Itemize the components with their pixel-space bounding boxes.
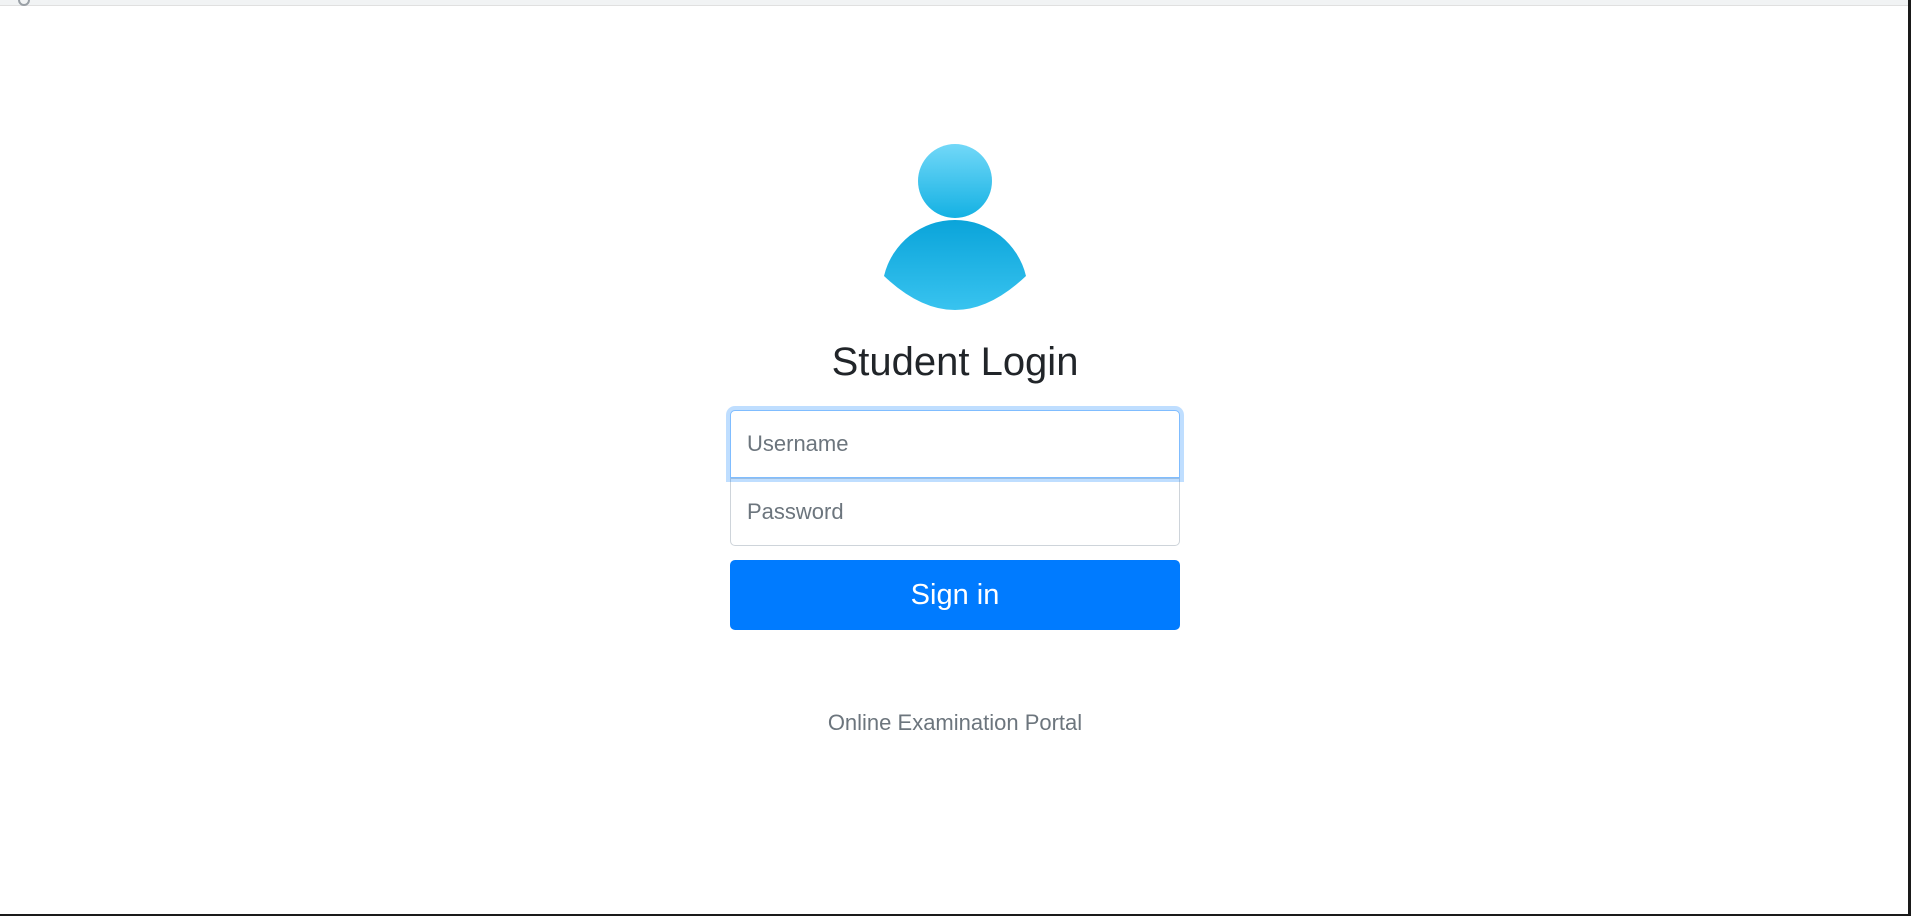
user-icon xyxy=(884,144,1026,310)
sign-in-button[interactable]: Sign in xyxy=(730,560,1180,630)
password-input[interactable] xyxy=(730,478,1180,546)
page-title: Student Login xyxy=(831,340,1079,384)
login-form: Sign in xyxy=(730,410,1180,630)
login-container: Student Login Sign in Online Examination… xyxy=(730,140,1180,736)
username-input[interactable] xyxy=(730,410,1180,478)
partial-browser-icon xyxy=(18,0,30,6)
browser-top-edge xyxy=(0,0,1908,6)
footer-text: Online Examination Portal xyxy=(827,710,1083,735)
avatar xyxy=(730,140,1180,312)
browser-viewport: Student Login Sign in Online Examination… xyxy=(0,0,1911,916)
